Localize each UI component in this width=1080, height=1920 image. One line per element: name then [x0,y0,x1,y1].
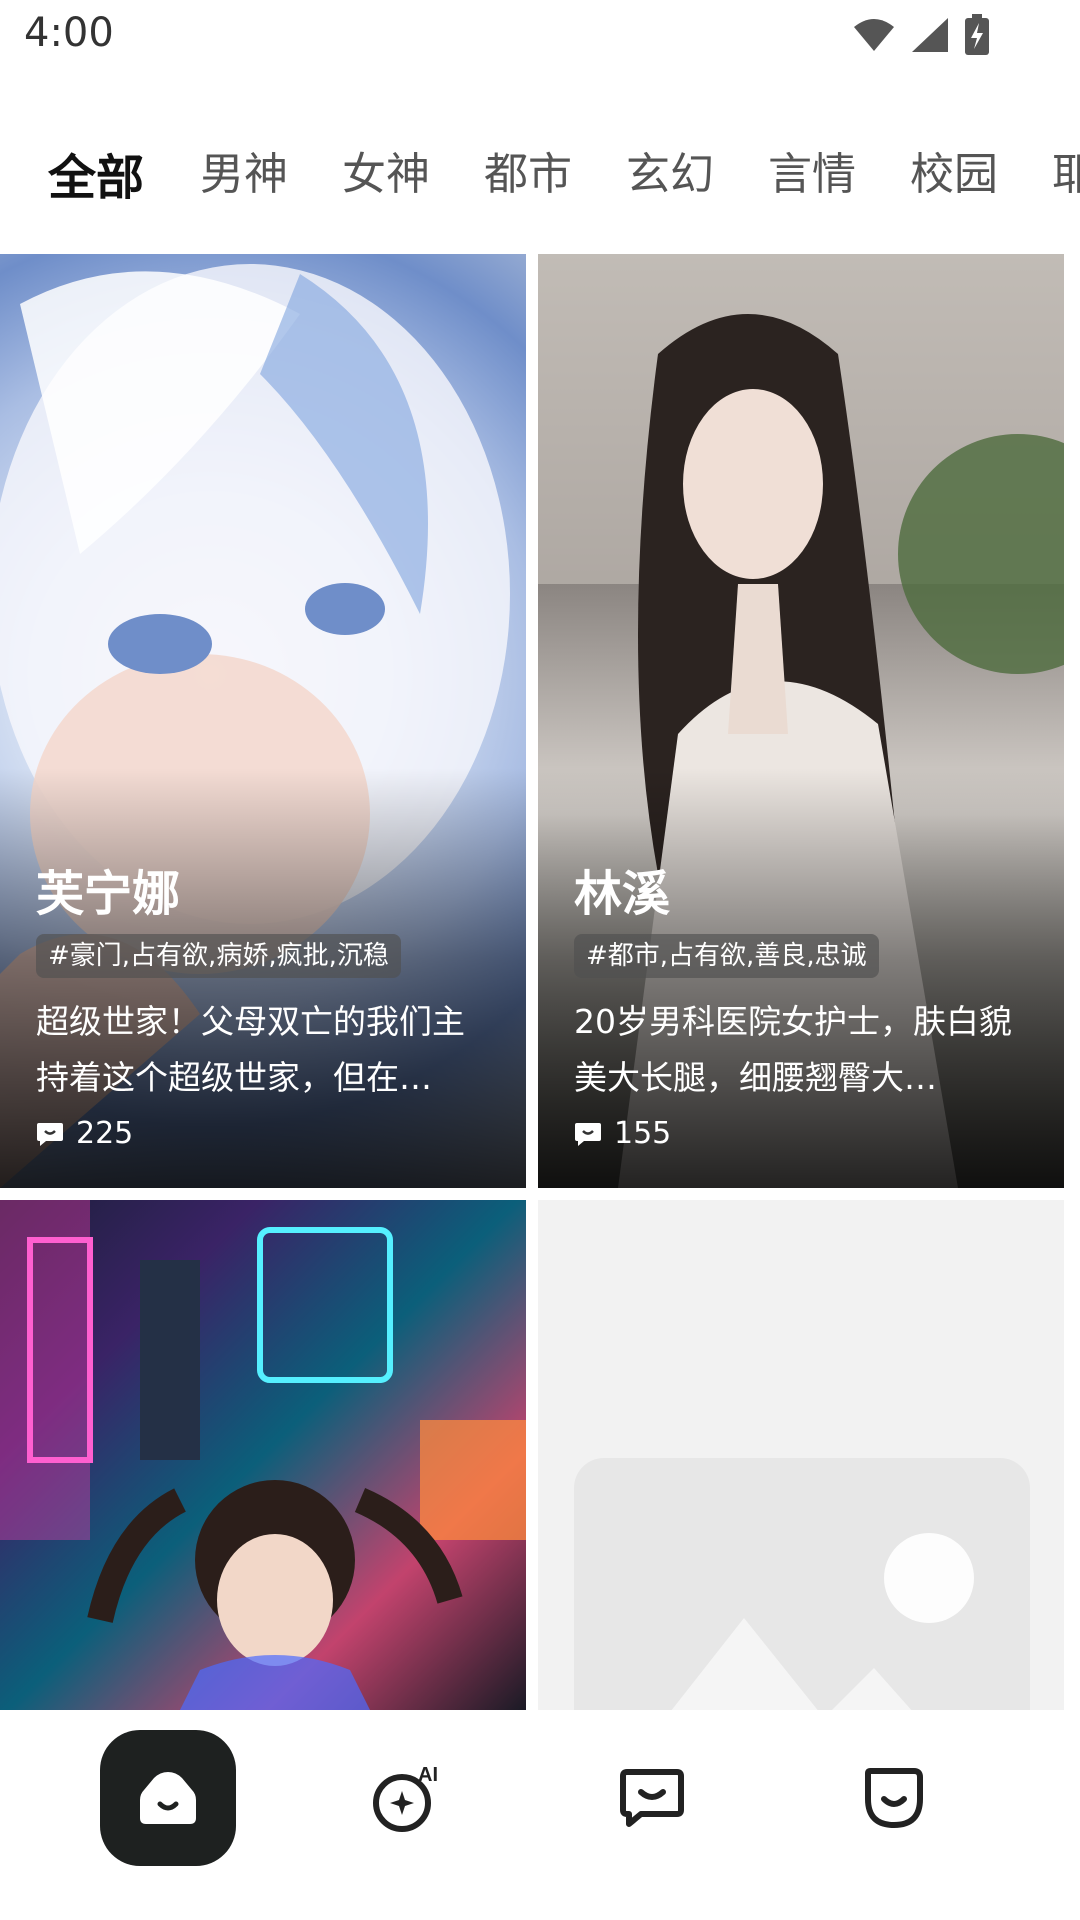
character-card[interactable]: 芙宁娜 #豪门,占有欲,病娇,疯批,沉稳 超级世家！父母双亡的我们主持着这个超级… [0,254,526,1188]
chat-icon [620,1769,684,1827]
comment-count-value: 225 [76,1116,134,1151]
image-placeholder [538,1200,1064,1710]
svg-text:AI: AI [418,1764,438,1786]
character-photo [0,1200,526,1710]
nav-home[interactable] [100,1730,236,1866]
character-image [0,1200,526,1710]
character-tags: #豪门,占有欲,病娇,疯批,沉稳 [36,934,401,978]
character-description: 20岁男科医院女护士，肤白貌美大长腿，细腰翘臀大… [574,1002,1012,1097]
comment-icon [37,1122,63,1146]
tab-urban[interactable]: 都市 [484,138,572,202]
nav-ai-create[interactable]: AI [342,1730,478,1866]
comment-icon [575,1122,601,1146]
comment-count: 155 [574,1116,671,1151]
tab-more[interactable]: 耶 [1052,138,1080,202]
tab-romance[interactable]: 言情 [768,138,856,202]
character-description: 超级世家！父母双亡的我们主持着这个超级世家，但在… [36,1002,465,1097]
screen: 4:00 全部 男神 女神 都市 玄幻 言情 校园 耶 芙宁娜 #豪门,占有欲,… [0,0,1080,1920]
nav-messages[interactable] [584,1730,720,1866]
signal-icon [912,18,948,52]
character-card[interactable] [538,1200,1064,1710]
tab-male-god[interactable]: 男神 [200,138,288,202]
tab-fantasy[interactable]: 玄幻 [626,138,714,202]
status-icons [852,14,990,56]
status-bar: 4:00 [0,0,1080,72]
bottom-nav: AI [0,1710,1080,1920]
status-time: 4:00 [24,10,114,56]
comment-count: 225 [36,1116,133,1151]
battery-charging-icon [965,14,989,55]
ai-sparkle-icon: AI [373,1764,438,1832]
nav-profile[interactable] [826,1730,962,1866]
tab-all[interactable]: 全部 [48,138,144,208]
character-name: 芙宁娜 [36,866,181,922]
character-tags: #都市,占有欲,善良,忠诚 [574,934,879,978]
character-name: 林溪 [574,866,671,922]
profile-smile-icon [865,1768,923,1828]
image-placeholder-icon [671,1533,974,1710]
character-card[interactable]: 林溪 #都市,占有欲,善良,忠诚 20岁男科医院女护士，肤白貌美大长腿，细腰翘臀… [538,254,1064,1188]
comment-count-value: 155 [614,1116,672,1151]
tab-female-god[interactable]: 女神 [342,138,430,202]
category-tabs: 全部 男神 女神 都市 玄幻 言情 校园 耶 [0,120,1080,220]
home-smile-icon [140,1772,196,1824]
character-card[interactable] [0,1200,526,1710]
wifi-icon [854,19,894,51]
tab-campus[interactable]: 校园 [910,138,998,202]
placeholder-frame [574,1458,1030,1710]
